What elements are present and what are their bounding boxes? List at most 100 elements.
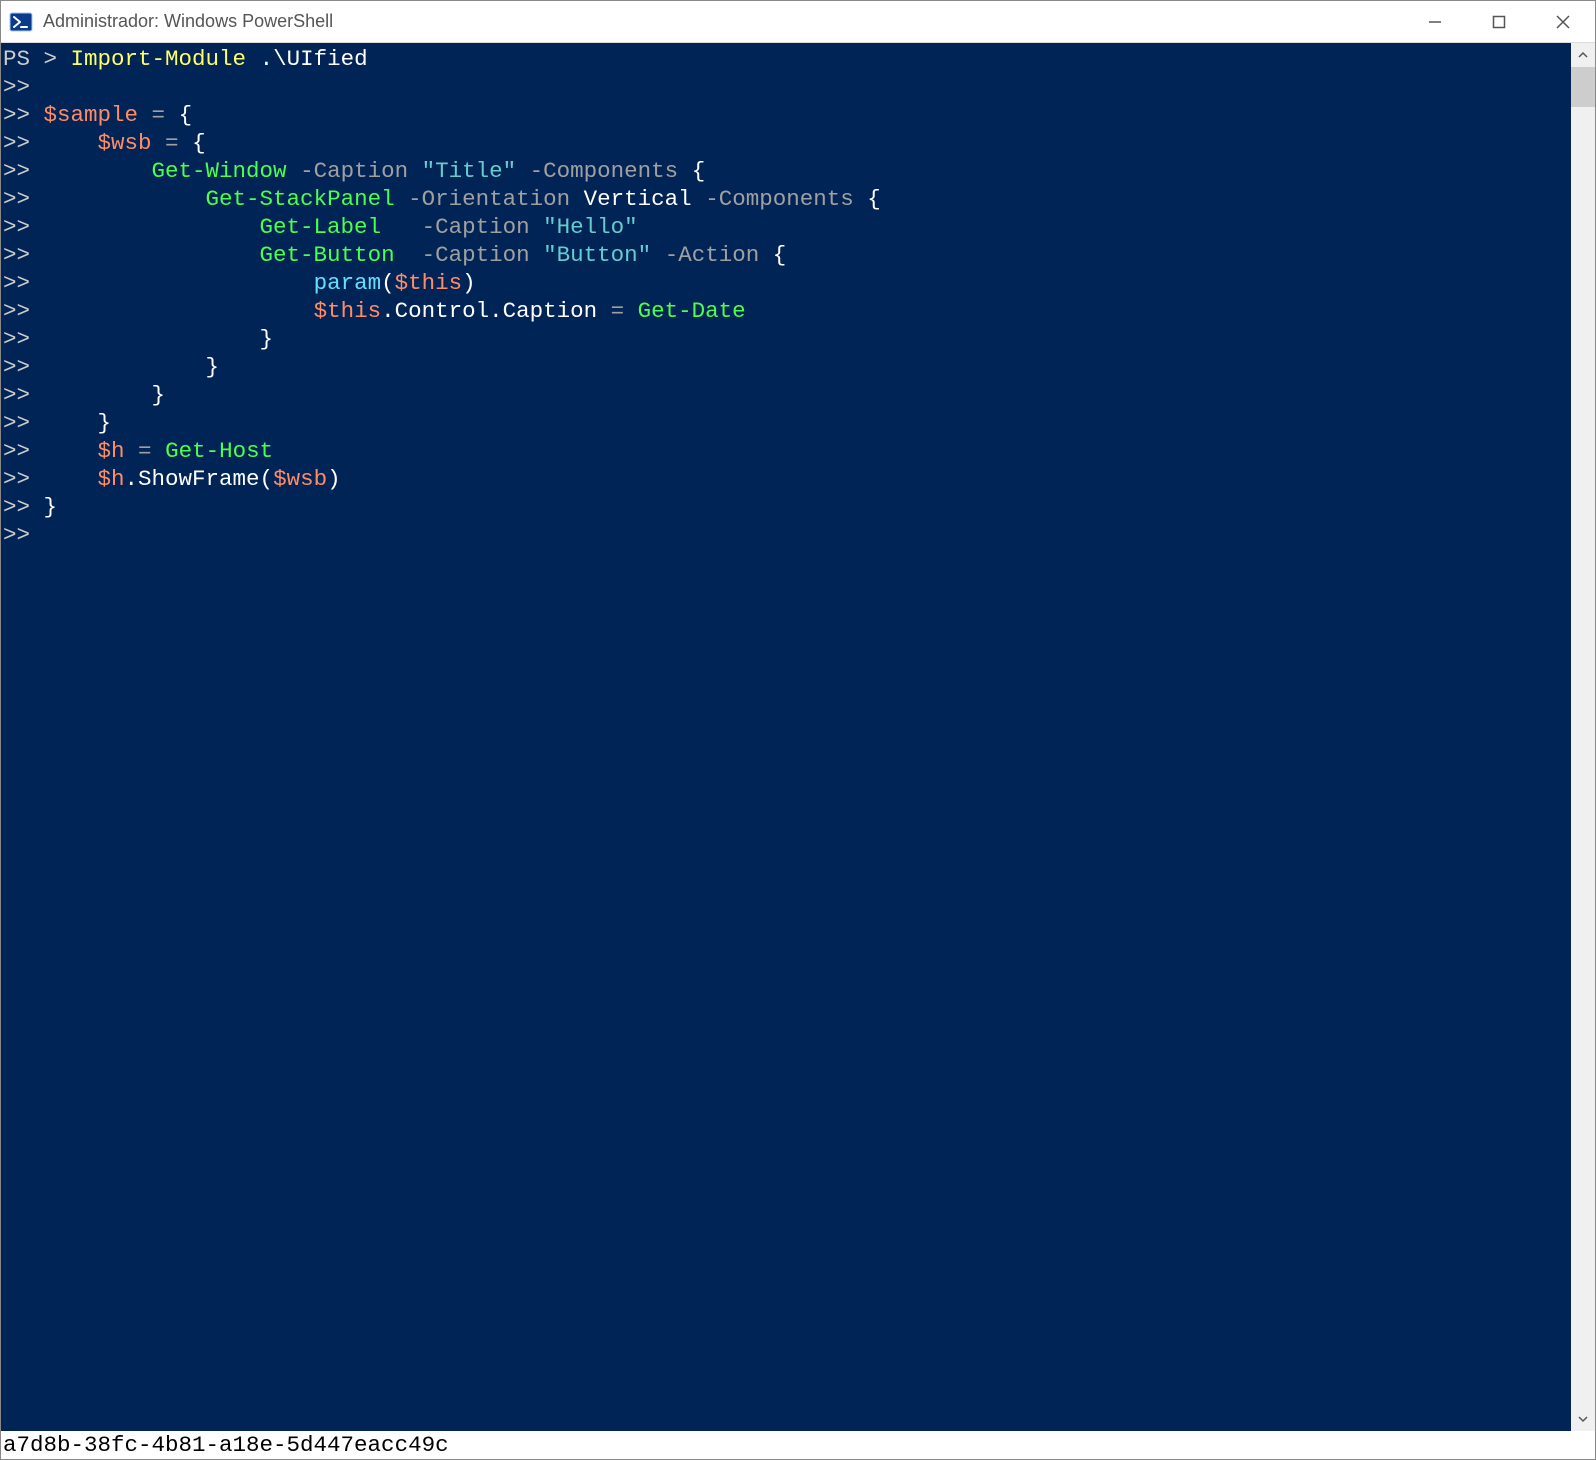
code-token: (: [381, 270, 395, 296]
code-token: -Caption: [300, 158, 408, 184]
prompt: >>: [3, 382, 152, 408]
prompt: >>: [3, 298, 314, 324]
terminal-line: >> $h = Get-Host: [3, 437, 1571, 465]
terminal-line: >> $this.Control.Caption = Get-Date: [3, 297, 1571, 325]
code-token: -Action: [665, 242, 760, 268]
code-token: [624, 298, 638, 324]
terminal-line: >> }: [3, 493, 1571, 521]
code-token: [381, 214, 422, 240]
scroll-down-icon[interactable]: [1571, 1407, 1595, 1431]
terminal-line: >>: [3, 73, 1571, 101]
code-token: -Components: [530, 158, 679, 184]
code-token: Get-Host: [165, 438, 273, 464]
code-token: [138, 102, 152, 128]
code-token: [530, 214, 544, 240]
code-token: }: [98, 410, 112, 436]
scroll-up-icon[interactable]: [1571, 43, 1595, 67]
terminal-line: >> Get-Label -Caption "Hello": [3, 213, 1571, 241]
code-token: [287, 158, 301, 184]
code-token: ): [462, 270, 476, 296]
code-token: [678, 158, 692, 184]
code-token: $h: [98, 466, 125, 492]
code-token: {: [192, 130, 206, 156]
code-token: =: [138, 438, 152, 464]
prompt: >>: [3, 466, 98, 492]
code-token: "Hello": [543, 214, 638, 240]
code-token: [179, 130, 193, 156]
code-token: -Orientation: [408, 186, 570, 212]
code-token: .Control.Caption: [381, 298, 611, 324]
code-token: $this: [314, 298, 382, 324]
code-token: [395, 186, 409, 212]
code-token: Get-Date: [638, 298, 746, 324]
prompt: >>: [3, 438, 98, 464]
code-token: -Components: [705, 186, 854, 212]
code-token: .\UIfied: [260, 46, 368, 72]
code-token: $wsb: [98, 130, 152, 156]
terminal-line: >> param($this): [3, 269, 1571, 297]
code-token: $h: [98, 438, 125, 464]
code-token: -Caption: [422, 242, 530, 268]
prompt: >>: [3, 410, 98, 436]
terminal-line: >> Get-Button -Caption "Button" -Action …: [3, 241, 1571, 269]
prompt: >>: [3, 326, 260, 352]
terminal-line: PS > Import-Module .\UIfied: [3, 45, 1571, 73]
code-token: [692, 186, 706, 212]
code-token: .ShowFrame(: [125, 466, 274, 492]
terminal-output[interactable]: PS > Import-Module .\UIfied>>>> $sample …: [1, 43, 1571, 1431]
vertical-scrollbar[interactable]: [1571, 43, 1595, 1431]
window-title: Administrador: Windows PowerShell: [43, 11, 1403, 32]
code-token: Get-Label: [260, 214, 382, 240]
code-token: }: [44, 494, 58, 520]
terminal-line: >> $h.ShowFrame($wsb): [3, 465, 1571, 493]
code-token: =: [165, 130, 179, 156]
scrollbar-track[interactable]: [1571, 67, 1595, 1407]
code-token: }: [206, 354, 220, 380]
prompt: >>: [3, 186, 206, 212]
terminal-line: >> $sample = {: [3, 101, 1571, 129]
window-controls: [1403, 1, 1595, 42]
code-token: "Button": [543, 242, 651, 268]
titlebar[interactable]: Administrador: Windows PowerShell: [1, 1, 1595, 43]
code-token: {: [179, 102, 193, 128]
code-token: =: [152, 102, 166, 128]
code-token: {: [692, 158, 706, 184]
terminal-line: >> }: [3, 381, 1571, 409]
code-token: $this: [395, 270, 463, 296]
terminal-line: >> }: [3, 409, 1571, 437]
terminal-line: >> }: [3, 353, 1571, 381]
prompt: >>: [3, 74, 30, 100]
code-token: "Title": [422, 158, 517, 184]
code-token: {: [867, 186, 881, 212]
code-token: [854, 186, 868, 212]
scrollbar-thumb[interactable]: [1571, 67, 1595, 107]
close-button[interactable]: [1531, 1, 1595, 42]
footer-strip: a7d8b-38fc-4b81-a18e-5d447eacc49c: [1, 1431, 1595, 1459]
code-token: [152, 130, 166, 156]
code-token: param: [314, 270, 382, 296]
prompt: >>: [3, 354, 206, 380]
code-token: [408, 158, 422, 184]
code-token: [530, 242, 544, 268]
code-token: =: [611, 298, 625, 324]
minimize-button[interactable]: [1403, 1, 1467, 42]
prompt: >>: [3, 494, 44, 520]
code-token: [125, 438, 139, 464]
code-token: [152, 438, 166, 464]
prompt: >>: [3, 522, 30, 548]
code-token: }: [152, 382, 166, 408]
code-token: }: [260, 326, 274, 352]
code-token: [759, 242, 773, 268]
terminal-line: >> $wsb = {: [3, 129, 1571, 157]
maximize-button[interactable]: [1467, 1, 1531, 42]
code-token: -Caption: [422, 214, 530, 240]
code-token: Import-Module: [71, 46, 247, 72]
code-token: [165, 102, 179, 128]
prompt: >>: [3, 130, 98, 156]
prompt: >>: [3, 270, 314, 296]
code-token: [570, 186, 584, 212]
terminal-line: >>: [3, 521, 1571, 549]
terminal-line: >> }: [3, 325, 1571, 353]
prompt: >>: [3, 158, 152, 184]
code-token: [395, 242, 422, 268]
